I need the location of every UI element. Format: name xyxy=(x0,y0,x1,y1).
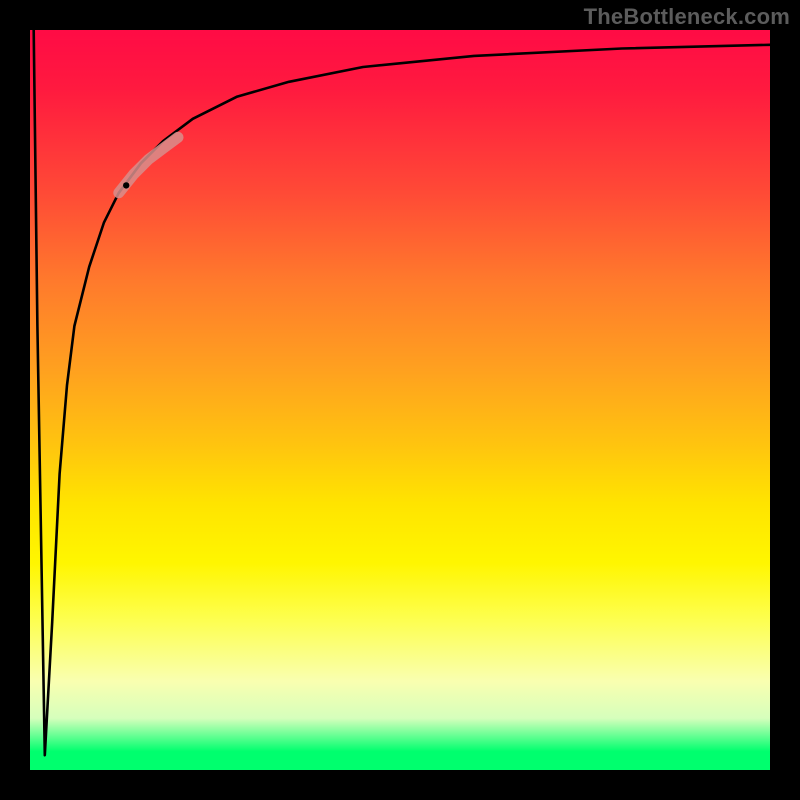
bottleneck-curve xyxy=(34,30,770,755)
chart-frame: TheBottleneck.com xyxy=(0,0,800,800)
watermark-label: TheBottleneck.com xyxy=(584,4,790,30)
plot-area xyxy=(30,30,770,770)
point-marker xyxy=(123,182,129,188)
chart-svg xyxy=(30,30,770,770)
